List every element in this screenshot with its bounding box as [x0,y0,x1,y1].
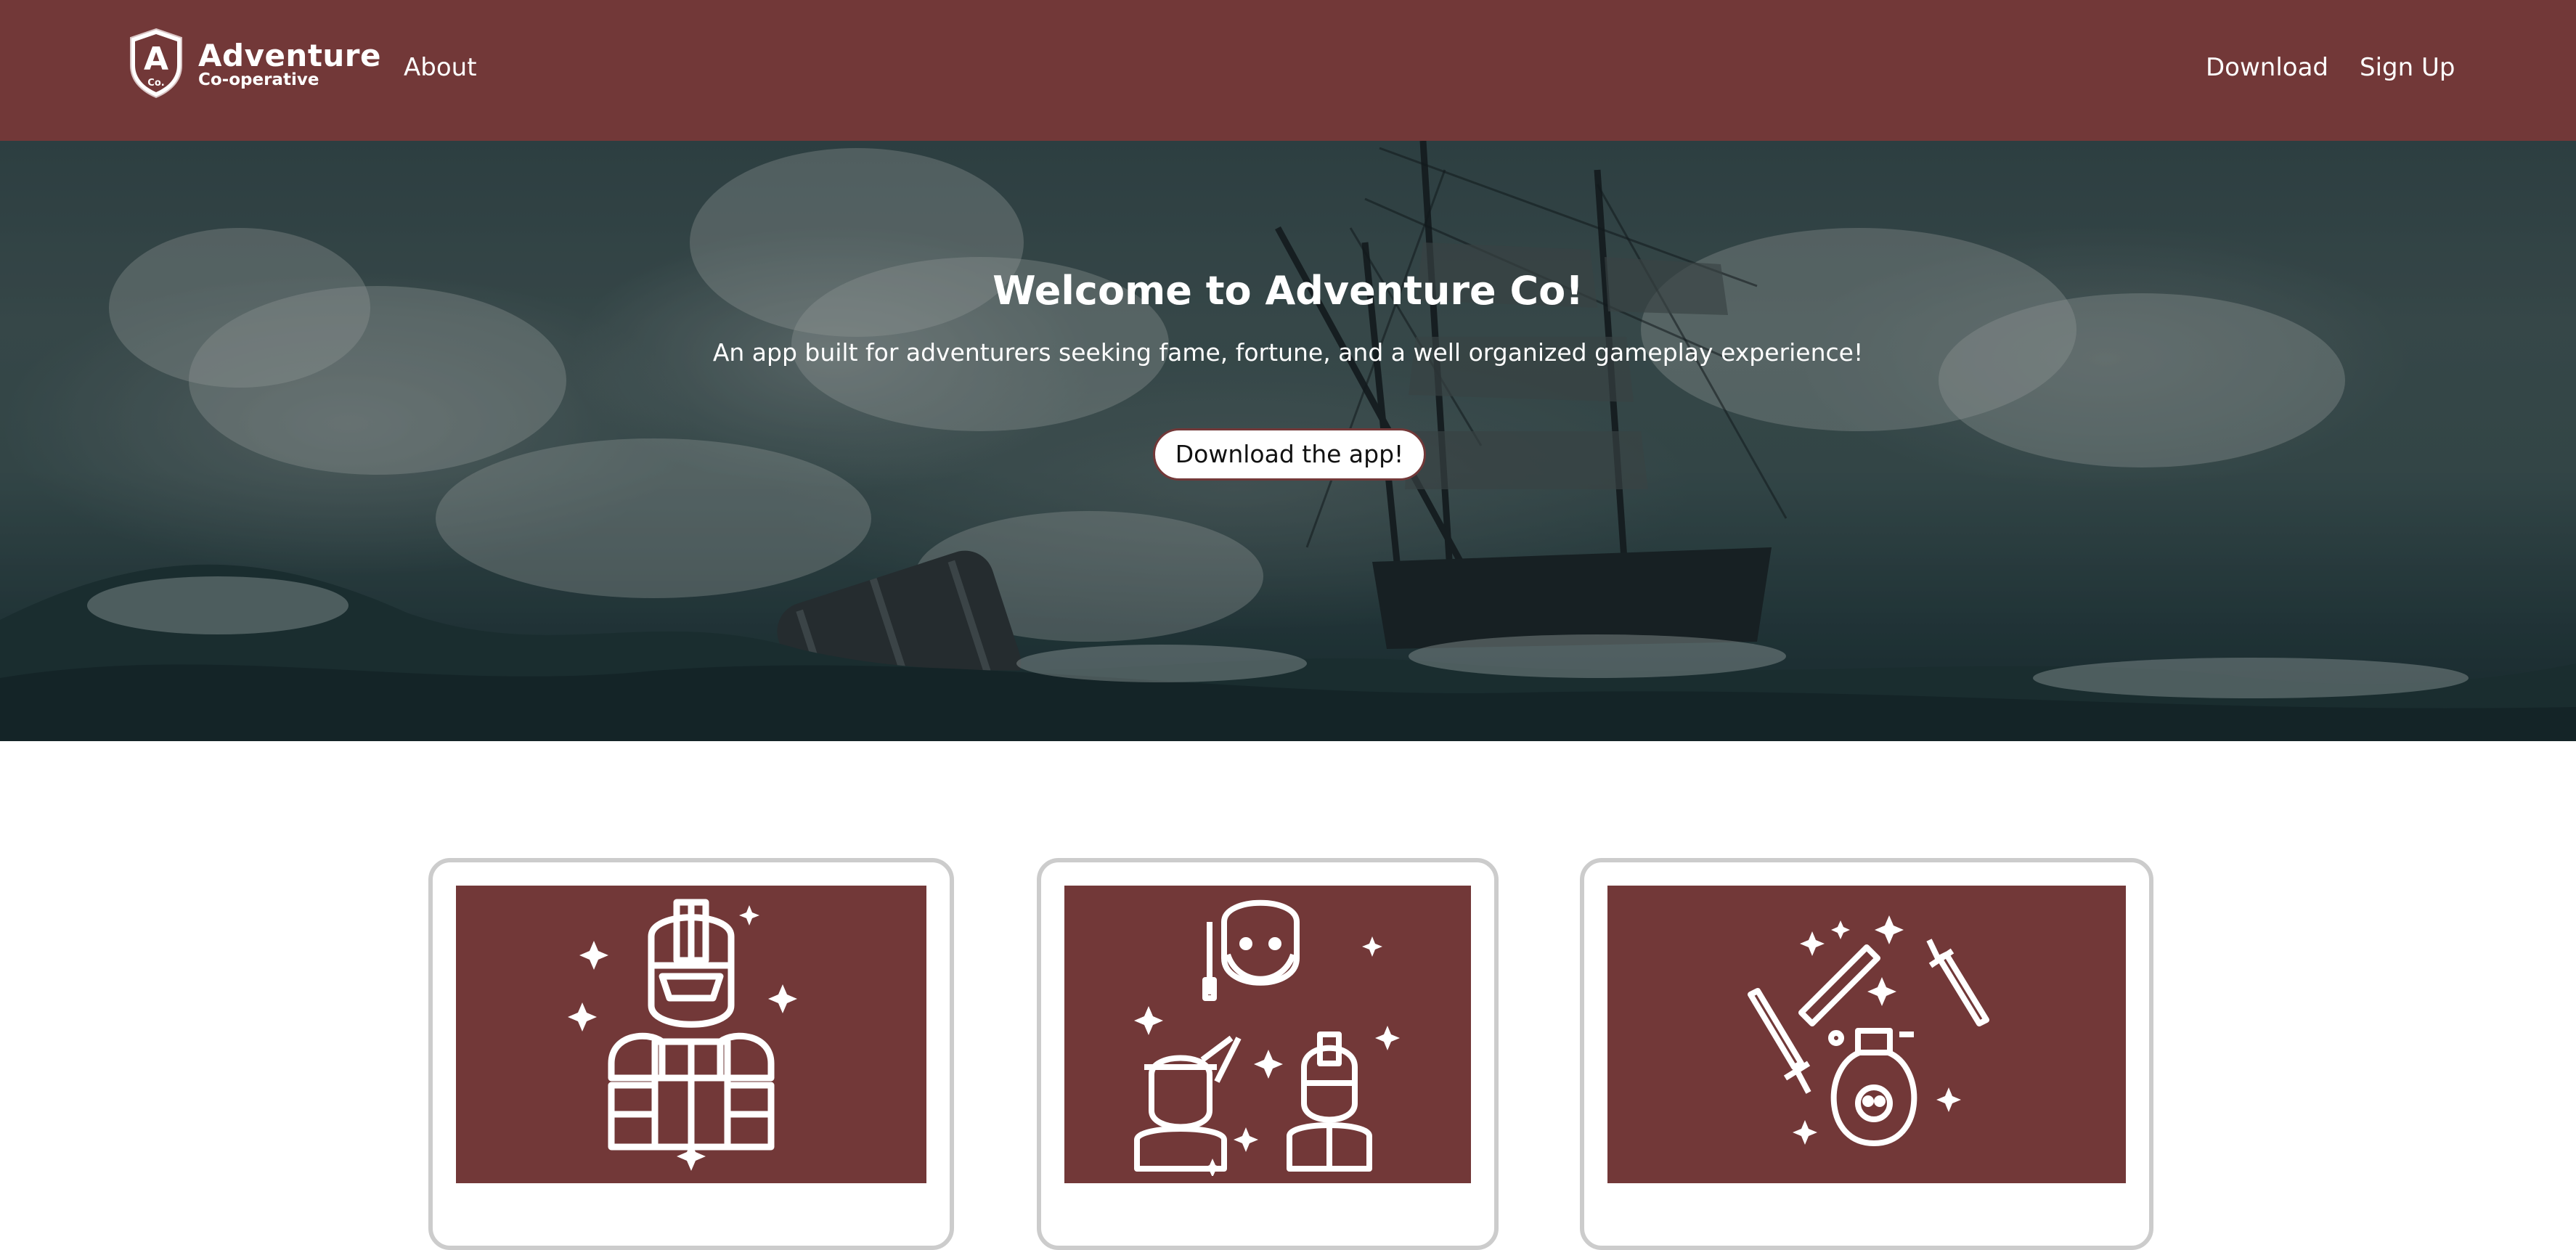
shield-logo-icon: A Co. [130,28,182,99]
weapons-potion-icon [1748,915,1989,1146]
brand-subtitle: Co-operative [198,70,319,89]
feature-card-2 [1037,858,1499,1250]
adventurer-party-icon [1134,899,1400,1176]
download-app-button[interactable]: Download the app! [1153,428,1426,481]
hero-banner: Welcome to Adventure Co! An app built fo… [0,141,2576,741]
nav-link-sign-up[interactable]: Sign Up [2360,48,2455,87]
hero-title: Welcome to Adventure Co! [993,268,1583,314]
knight-icon [568,899,797,1171]
logo-letter: A [144,41,168,78]
card-image-weapons [1607,886,2126,1183]
nav-link-download[interactable]: Download [2206,48,2328,87]
feature-card-3 [1580,858,2153,1250]
card-image-party [1064,886,1471,1183]
logo-badge: Co. [147,78,164,89]
hero-subtitle: An app built for adventurers seeking fam… [712,338,1864,367]
brand-name: Adventure [198,38,382,73]
nav-link-about[interactable]: About [404,48,477,87]
card-image-knight [456,886,926,1183]
feature-card-1 [428,858,954,1250]
navbar: A Co. Adventure Co-operative About Downl… [0,0,2576,141]
